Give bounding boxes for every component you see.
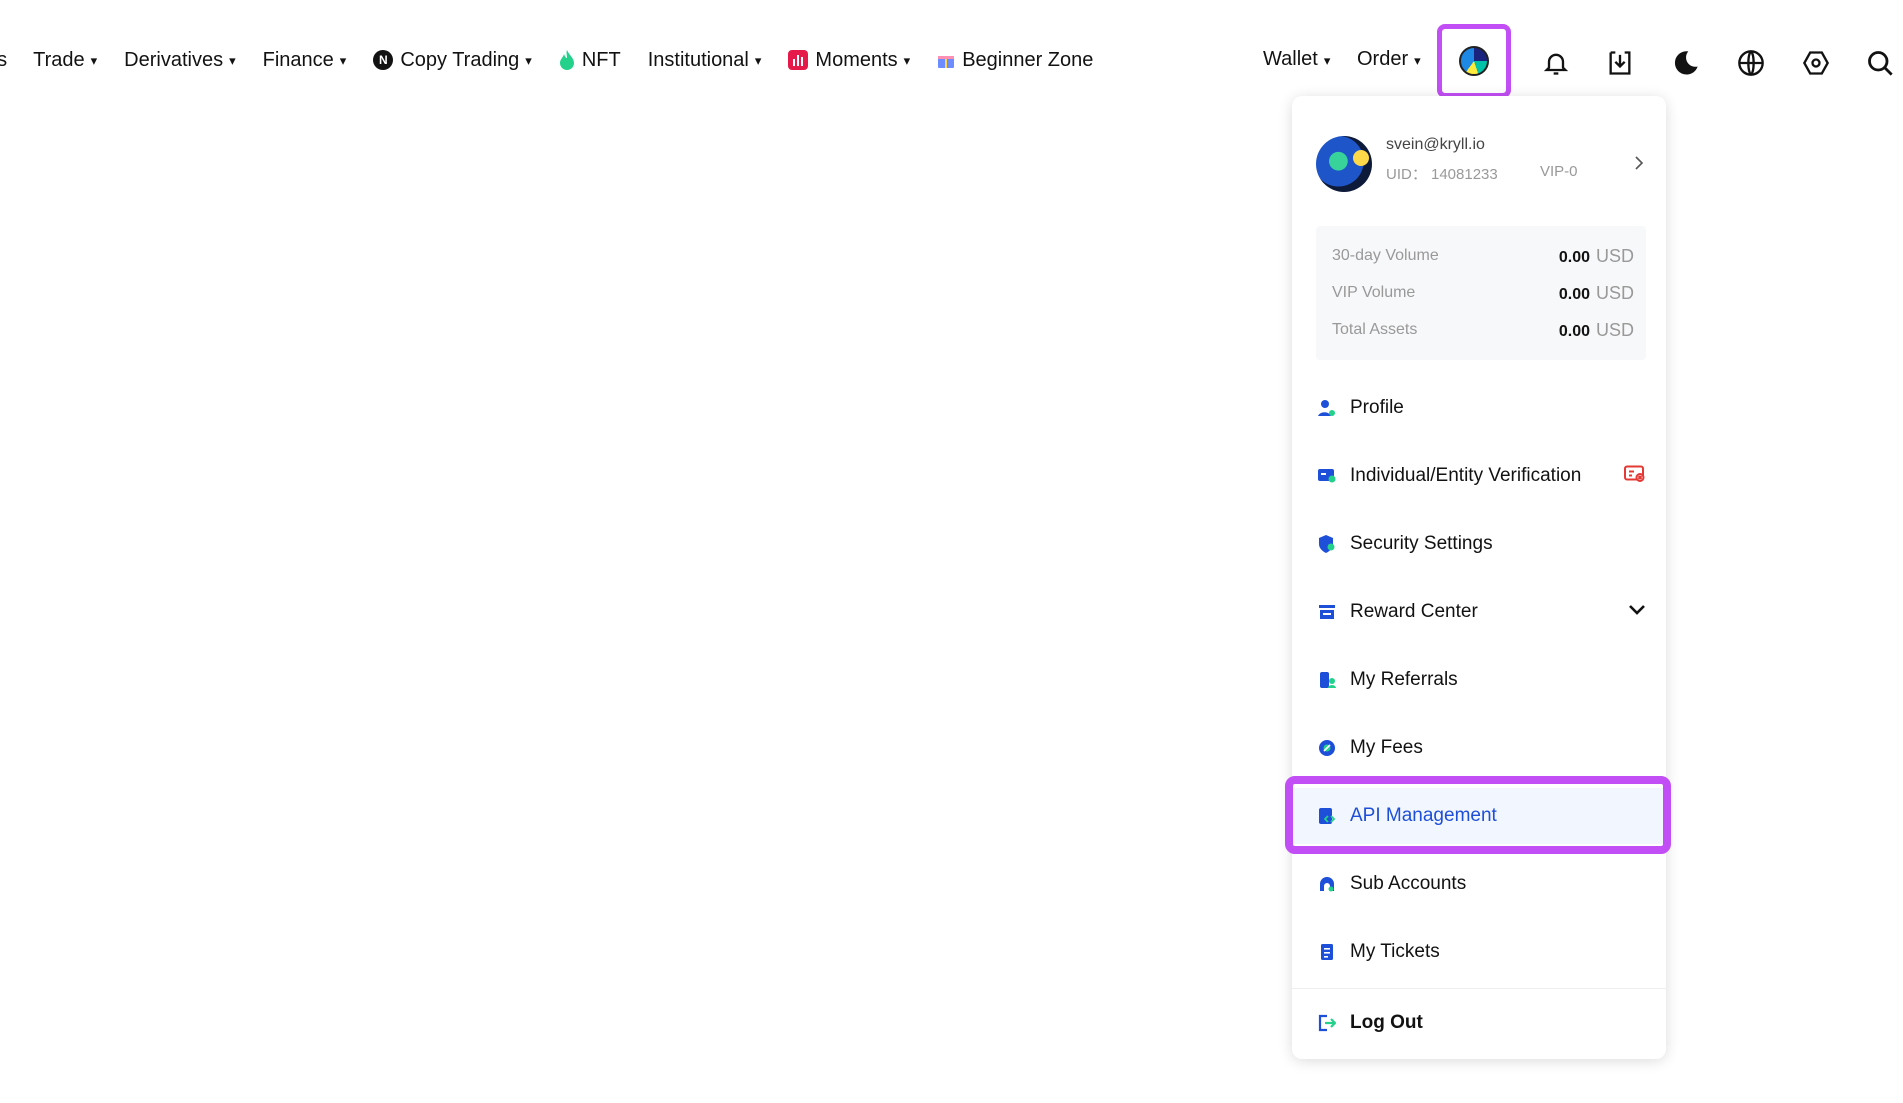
copy-trading-n-icon: N	[373, 50, 394, 70]
chevron-right-icon	[1635, 156, 1644, 170]
nav-label: Derivatives	[124, 48, 224, 71]
avatar	[1316, 136, 1372, 192]
menu-item-my-tickets[interactable]: My Tickets	[1292, 924, 1666, 980]
menu-item-api-management[interactable]: API Management	[1292, 788, 1666, 844]
menu-item-my-fees[interactable]: My Fees	[1292, 720, 1666, 776]
account-dropdown: svein@kryll.io UID： 14081233 VIP-0 30-da…	[1292, 96, 1666, 1059]
menu-label: Profile	[1350, 397, 1404, 418]
menu-label: API Management	[1350, 805, 1497, 826]
caret-down-icon: ▾	[1414, 52, 1421, 68]
fees-icon	[1319, 740, 1335, 756]
nav-label: Moments	[815, 48, 898, 71]
order-label: Order	[1357, 48, 1409, 70]
nav-label: Institutional	[647, 48, 749, 71]
profile-icon	[1318, 400, 1335, 416]
download-icon[interactable]	[1603, 46, 1637, 80]
avatar-icon	[1459, 46, 1489, 76]
wallet-dropdown[interactable]: Wallet ▾	[1263, 48, 1330, 71]
nav-item-finance[interactable]: Finance ▾	[263, 49, 347, 72]
caret-down-icon: ▾	[754, 53, 762, 68]
referrals-icon	[1320, 672, 1336, 688]
menu-item-my-referrals[interactable]: My Referrals	[1292, 652, 1666, 708]
api-icon	[1319, 808, 1336, 824]
stat-row: Total Assets 0.00 USD	[1332, 318, 1634, 342]
caret-down-icon: ▾	[339, 53, 347, 68]
chevron-down-icon	[1628, 603, 1646, 621]
stat-unit: USD	[1595, 319, 1634, 340]
stat-label: 30-day Volume	[1332, 247, 1439, 264]
nav-label: Copy Trading	[400, 48, 520, 71]
nav-label: Trade	[33, 48, 85, 71]
stat-unit: USD	[1595, 245, 1634, 266]
reward-icon	[1319, 605, 1335, 619]
caret-down-icon: ▾	[229, 53, 236, 68]
logout-button[interactable]: Log Out	[1292, 995, 1666, 1051]
nav-label: NFT	[581, 48, 621, 71]
menu-label: My Fees	[1350, 737, 1423, 758]
menu-item-reward-center[interactable]: Reward Center	[1292, 584, 1666, 640]
nav-label: Beginner Zone	[962, 48, 1094, 71]
tickets-icon	[1321, 944, 1333, 960]
menu-label: Sub Accounts	[1350, 873, 1467, 894]
nav-label: Finance	[262, 48, 334, 71]
caret-down-icon: ▾	[1323, 52, 1331, 68]
stat-row: VIP Volume 0.00 USD	[1332, 281, 1634, 305]
stat-value: 0.00	[1558, 248, 1590, 266]
menu-label: Reward Center	[1350, 601, 1478, 622]
menu-label: My Referrals	[1350, 669, 1458, 690]
moments-chart-icon	[788, 50, 809, 70]
menu-item-verification[interactable]: Individual/Entity Verification	[1292, 448, 1666, 504]
menu-divider	[1292, 988, 1666, 989]
nav-item-nft[interactable]: NFT	[559, 49, 621, 72]
user-vip-level: VIP-0	[1540, 163, 1578, 180]
avatar-button[interactable]	[1437, 24, 1511, 98]
menu-label: My Tickets	[1350, 941, 1440, 962]
menu-label: Individual/Entity Verification	[1350, 465, 1582, 486]
search-icon[interactable]	[1863, 46, 1897, 80]
verification-icon	[1318, 469, 1336, 483]
nav-item-derivatives[interactable]: Derivatives ▾	[124, 49, 235, 72]
unverified-badge-icon	[1624, 465, 1646, 488]
sub-accounts-icon	[1320, 877, 1334, 892]
stat-unit: USD	[1595, 282, 1634, 303]
caret-down-icon: ▾	[90, 53, 98, 68]
logout-icon	[1318, 1014, 1336, 1032]
gift-icon	[937, 52, 955, 68]
menu-item-sub-accounts[interactable]: Sub Accounts	[1292, 856, 1666, 912]
nav-item-copy-trading[interactable]: N Copy Trading ▾	[373, 49, 532, 72]
wallet-label: Wallet	[1263, 48, 1318, 70]
user-summary[interactable]: svein@kryll.io UID： 14081233 VIP-0	[1316, 136, 1646, 196]
nav-item-institutional[interactable]: Institutional ▾	[648, 49, 762, 72]
moon-icon[interactable]	[1669, 46, 1703, 80]
menu-label: Security Settings	[1350, 533, 1493, 554]
order-dropdown[interactable]: Order ▾	[1357, 48, 1421, 71]
nav-item-cut[interactable]: es	[0, 49, 7, 72]
settings-hex-icon[interactable]	[1799, 46, 1833, 80]
stat-value: 0.00	[1558, 285, 1590, 303]
stat-row: 30-day Volume 0.00 USD	[1332, 244, 1634, 268]
stat-value: 0.00	[1558, 322, 1590, 340]
nav-label: es	[0, 48, 8, 71]
flame-icon	[559, 50, 575, 70]
menu-item-profile[interactable]: Profile	[1292, 380, 1666, 436]
main-nav: es Trade ▾ Derivatives ▾ Finance ▾ N Cop…	[0, 38, 1120, 82]
nav-item-beginner-zone[interactable]: Beginner Zone	[937, 49, 1093, 72]
menu-label: Log Out	[1350, 1012, 1423, 1033]
stat-label: VIP Volume	[1332, 284, 1416, 301]
user-uid: UID： 14081233	[1386, 166, 1498, 183]
bell-icon[interactable]	[1539, 46, 1573, 80]
stats-box: 30-day Volume 0.00 USD VIP Volume 0.00 USD…	[1316, 226, 1646, 360]
caret-down-icon: ▾	[525, 53, 532, 68]
user-email: svein@kryll.io	[1386, 136, 1485, 153]
nav-item-trade[interactable]: Trade ▾	[33, 49, 97, 72]
nav-item-moments[interactable]: Moments ▾	[788, 49, 910, 72]
caret-down-icon: ▾	[903, 53, 911, 68]
menu-item-security-settings[interactable]: Security Settings	[1292, 516, 1666, 572]
stat-label: Total Assets	[1332, 321, 1418, 338]
shield-icon	[1319, 535, 1335, 553]
globe-icon[interactable]	[1734, 46, 1768, 80]
